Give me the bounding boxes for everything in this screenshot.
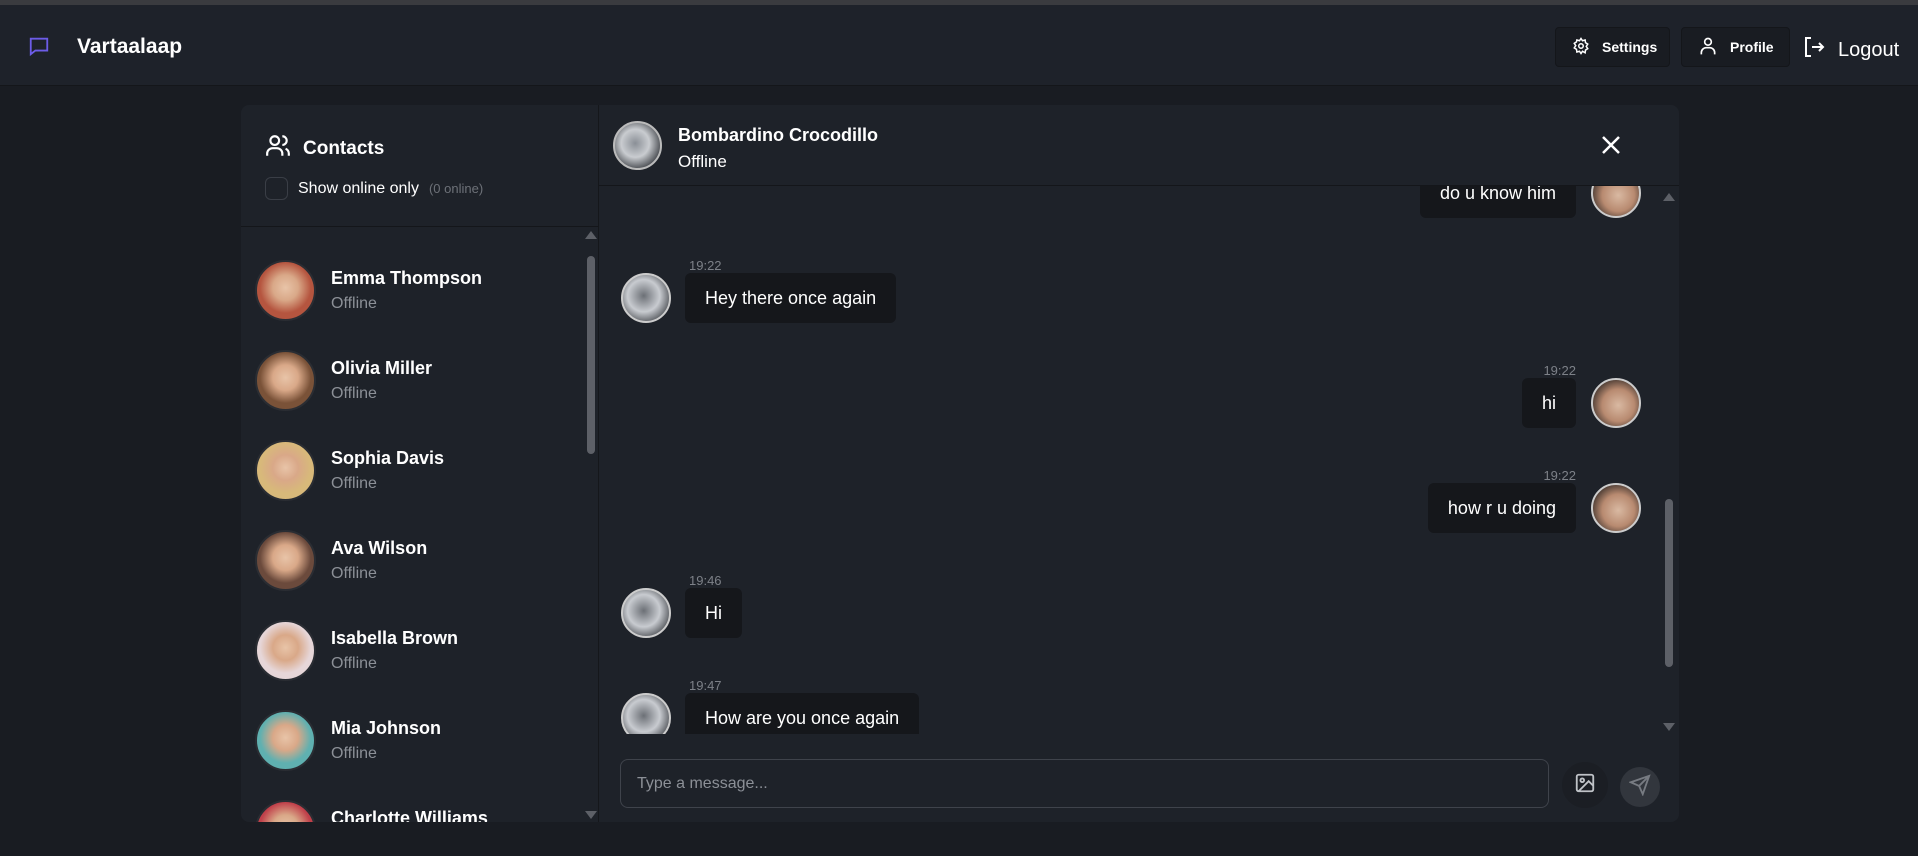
message: 19:22 Hey there once again xyxy=(599,258,1499,363)
contact-status: Offline xyxy=(331,385,377,402)
message: 19:22 hi xyxy=(599,363,1679,468)
app-title: Vartaalaap xyxy=(77,35,183,58)
message: 19:22do u know him xyxy=(599,186,1679,258)
online-filter[interactable]: Show online only (0 online) xyxy=(265,177,483,200)
send-icon xyxy=(1628,773,1651,801)
users-icon xyxy=(265,133,291,165)
settings-label: Settings xyxy=(1602,39,1658,55)
online-count: (0 online) xyxy=(428,181,484,196)
message-bubble: how r u doing xyxy=(1427,483,1576,533)
app-header: Vartaalaap Settings Profile Logout xyxy=(0,5,1918,86)
online-only-label: Show online only xyxy=(298,179,419,197)
contact-status: Offline xyxy=(331,655,377,672)
scroll-up-arrow[interactable] xyxy=(585,231,597,239)
contacts-scrollbar[interactable] xyxy=(585,231,597,822)
message: 19:46 Hi xyxy=(599,573,1499,678)
online-only-checkbox[interactable] xyxy=(265,177,288,200)
contact-status: Offline xyxy=(331,565,377,582)
contact-item[interactable]: Mia Johnson Offline xyxy=(255,710,441,771)
message-time: 19:22 xyxy=(689,258,722,273)
sender-avatar xyxy=(1591,378,1641,428)
sender-avatar xyxy=(621,273,671,323)
contact-item[interactable]: Olivia Miller Offline xyxy=(255,350,432,411)
sender-avatar xyxy=(621,693,671,734)
settings-button[interactable]: Settings xyxy=(1555,27,1670,67)
contact-status: Offline xyxy=(331,475,377,492)
message-time: 19:46 xyxy=(689,573,722,588)
message: 19:47 How are you once again xyxy=(599,678,1499,734)
chat-header: Bombardino Crocodillo Offline xyxy=(599,105,1679,186)
contact-item[interactable]: Ava Wilson Offline xyxy=(255,530,427,591)
gear-icon xyxy=(1572,36,1590,58)
chat-area: Bombardino Crocodillo Offline 19:22do u … xyxy=(599,105,1679,822)
profile-label: Profile xyxy=(1730,39,1774,55)
contact-item[interactable]: Charlotte WilliamsOffline xyxy=(255,800,488,822)
contact-avatar xyxy=(255,620,316,681)
contact-name: Ava Wilson xyxy=(331,538,428,558)
sender-avatar xyxy=(621,588,671,638)
attach-image-button[interactable] xyxy=(1562,762,1608,808)
contact-avatar xyxy=(255,350,316,411)
message-input[interactable] xyxy=(620,759,1549,808)
send-button[interactable] xyxy=(1620,767,1660,807)
message: 19:22 how r u doing xyxy=(599,468,1679,573)
contact-item[interactable]: Sophia Davis Offline xyxy=(255,440,444,501)
contact-name: Sophia Davis xyxy=(331,448,445,468)
contact-status: Offline xyxy=(331,745,377,762)
close-icon[interactable] xyxy=(1599,133,1623,162)
scroll-down-arrow[interactable] xyxy=(1663,723,1675,731)
contact-name: Olivia Miller xyxy=(331,358,433,378)
contacts-list: Emma Thompson Offline Olivia Miller Offline… xyxy=(241,227,586,822)
chat-contact-name: Bombardino Crocodillo xyxy=(678,125,878,145)
profile-button[interactable]: Profile xyxy=(1681,27,1790,67)
chat-bubble-icon xyxy=(28,35,50,62)
contact-avatar xyxy=(255,260,316,321)
contact-avatar xyxy=(255,530,316,591)
contact-avatar xyxy=(613,121,662,170)
scroll-down-arrow[interactable] xyxy=(585,811,597,819)
scroll-up-arrow[interactable] xyxy=(1663,193,1675,201)
scrollbar-thumb[interactable] xyxy=(1665,499,1673,667)
user-icon xyxy=(1698,35,1718,60)
message-bubble: Hi xyxy=(685,588,742,638)
logout-label: Logout xyxy=(1838,38,1900,61)
contacts-title: Contacts xyxy=(303,138,385,159)
contact-avatar xyxy=(255,440,316,501)
message-time: 19:47 xyxy=(689,678,722,693)
logout-button[interactable]: Logout xyxy=(1802,35,1899,65)
message-composer xyxy=(599,734,1679,822)
sender-avatar xyxy=(1591,186,1641,218)
contact-avatar xyxy=(255,800,316,822)
contact-name: Emma Thompson xyxy=(331,268,483,288)
chat-contact-status: Offline xyxy=(678,152,727,171)
contact-avatar xyxy=(255,710,316,771)
contacts-sidebar: Contacts Show online only (0 online) Emm… xyxy=(241,105,599,822)
message-bubble: Hey there once again xyxy=(685,273,897,323)
logout-icon xyxy=(1802,35,1826,65)
sender-avatar xyxy=(1591,483,1641,533)
contact-item[interactable]: Emma Thompson Offline xyxy=(255,260,482,321)
chat-panel: Contacts Show online only (0 online) Emm… xyxy=(241,105,1679,822)
contact-name: Isabella Brown xyxy=(331,628,459,648)
message-time: 19:22 xyxy=(1543,363,1576,378)
message-bubble: hi xyxy=(1521,378,1576,428)
message-time: 19:22 xyxy=(1543,468,1576,483)
contact-item[interactable]: Isabella Brown Offline xyxy=(255,620,458,681)
scrollbar-thumb[interactable] xyxy=(587,256,595,454)
contact-status: Offline xyxy=(331,295,377,312)
message-list: 19:22do u know him19:22Hey there once ag… xyxy=(599,186,1679,734)
chat-scrollbar[interactable] xyxy=(1663,193,1675,733)
contact-name: Mia Johnson xyxy=(331,718,442,738)
message-bubble: do u know him xyxy=(1419,186,1576,218)
contacts-header: Contacts xyxy=(265,133,384,165)
message-bubble: How are you once again xyxy=(685,693,920,734)
image-icon xyxy=(1574,772,1596,799)
contact-name: Charlotte Williams xyxy=(331,808,488,822)
